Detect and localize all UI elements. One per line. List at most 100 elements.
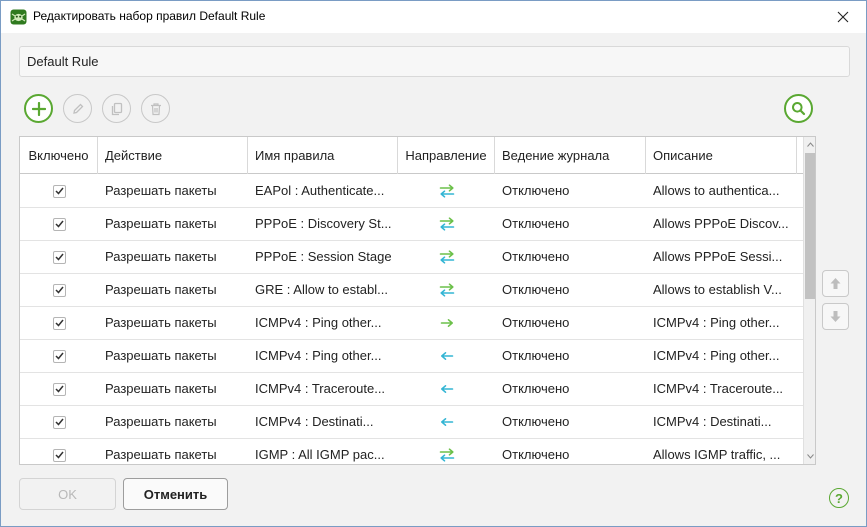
table-row[interactable]: Разрешать пакеты ICMPv4 : Ping other... От…	[20, 340, 804, 373]
cell-action: Разрешать пакеты	[105, 381, 217, 396]
cell-logging: Отключено	[502, 216, 570, 231]
ok-button[interactable]: OK	[19, 478, 116, 510]
cell-action: Разрешать пакеты	[105, 282, 217, 297]
enabled-checkbox[interactable]	[52, 415, 66, 429]
close-icon	[837, 11, 849, 22]
incoming-arrow-icon	[440, 418, 453, 426]
cell-direction	[398, 439, 495, 464]
cell-description: Allows IGMP traffic, ...	[653, 447, 781, 462]
enabled-checkbox[interactable]	[52, 382, 66, 396]
scroll-down-button[interactable]	[804, 449, 815, 464]
checkmark-icon	[54, 418, 64, 426]
table-header: Включено Действие Имя правила Направлени…	[20, 137, 804, 174]
cell-action: Разрешать пакеты	[105, 447, 217, 462]
cell-direction	[398, 175, 495, 207]
cell-description: ICMPv4 : Ping other...	[653, 315, 780, 330]
table-row[interactable]: Разрешать пакеты GRE : Allow to establ...…	[20, 274, 804, 307]
delete-rule-button[interactable]	[141, 94, 170, 123]
move-rule-down-button[interactable]	[822, 303, 849, 330]
help-icon[interactable]: ?	[829, 488, 849, 508]
enabled-checkbox[interactable]	[52, 283, 66, 297]
cell-action: Разрешать пакеты	[105, 183, 217, 198]
cell-description: Allows PPPoE Sessi...	[653, 249, 783, 264]
incoming-arrow-icon	[440, 352, 453, 360]
arrow-up-icon	[830, 278, 841, 289]
cell-rule-name: ICMPv4 : Ping other...	[255, 348, 382, 363]
column-header-name[interactable]: Имя правила	[248, 137, 398, 174]
enabled-checkbox[interactable]	[52, 250, 66, 264]
column-header-logging[interactable]: Ведение журнала	[495, 137, 646, 174]
chevron-down-icon	[807, 454, 814, 459]
column-header-enabled[interactable]: Включено	[20, 137, 98, 174]
column-header-description[interactable]: Описание	[646, 137, 797, 174]
search-icon	[792, 102, 806, 116]
table-row[interactable]: Разрешать пакеты IGMP : All IGMP pac... От…	[20, 439, 804, 464]
table-row[interactable]: Разрешать пакеты ICMPv4 : Destinati... Отк…	[20, 406, 804, 439]
cell-rule-name: GRE : Allow to establ...	[255, 282, 388, 297]
arrow-down-icon	[830, 311, 841, 322]
cell-description: Allows PPPoE Discov...	[653, 216, 789, 231]
cell-rule-name: EAPol : Authenticate...	[255, 183, 385, 198]
cell-enabled	[20, 208, 98, 240]
table-row[interactable]: Разрешать пакеты PPPoE : Discovery St... О…	[20, 208, 804, 241]
title-bar: Редактировать набор правил Default Rule	[1, 1, 866, 33]
add-rule-button[interactable]	[24, 94, 53, 123]
cell-direction	[398, 340, 495, 372]
move-rule-up-button[interactable]	[822, 270, 849, 297]
cell-description: ICMPv4 : Traceroute...	[653, 381, 784, 396]
cell-logging: Отключено	[502, 348, 570, 363]
enabled-checkbox[interactable]	[52, 316, 66, 330]
checkmark-icon	[54, 187, 64, 195]
cell-action: Разрешать пакеты	[105, 348, 217, 363]
enabled-checkbox[interactable]	[52, 448, 66, 462]
column-header-action[interactable]: Действие	[98, 137, 248, 174]
bidirectional-arrow-icon	[439, 283, 454, 297]
table-row[interactable]: Разрешать пакеты PPPoE : Session Stage Отк…	[20, 241, 804, 274]
copy-icon	[111, 102, 122, 115]
cell-logging: Отключено	[502, 447, 570, 462]
cell-enabled	[20, 406, 98, 438]
plus-icon	[31, 101, 46, 116]
cell-action: Разрешать пакеты	[105, 249, 217, 264]
rule-set-name-field[interactable]: Default Rule	[19, 46, 850, 77]
cell-direction	[398, 307, 495, 339]
scroll-thumb[interactable]	[805, 153, 815, 299]
table-row[interactable]: Разрешать пакеты ICMPv4 : Ping other... От…	[20, 307, 804, 340]
checkmark-icon	[54, 286, 64, 294]
incoming-arrow-icon	[440, 385, 453, 393]
table-row[interactable]: Разрешать пакеты ICMPv4 : Traceroute... От…	[20, 373, 804, 406]
window-title: Редактировать набор правил Default Rule	[33, 9, 266, 23]
enabled-checkbox[interactable]	[52, 184, 66, 198]
outgoing-arrow-icon	[440, 319, 453, 327]
checkmark-icon	[54, 220, 64, 228]
scroll-up-button[interactable]	[804, 137, 815, 152]
search-button[interactable]	[784, 94, 813, 123]
checkmark-icon	[54, 385, 64, 393]
enabled-checkbox[interactable]	[52, 217, 66, 231]
cell-direction	[398, 274, 495, 306]
cell-description: ICMPv4 : Ping other...	[653, 348, 780, 363]
cell-rule-name: ICMPv4 : Destinati...	[255, 414, 374, 429]
bidirectional-arrow-icon	[439, 448, 454, 462]
trash-icon	[150, 102, 161, 115]
bidirectional-arrow-icon	[439, 217, 454, 231]
cell-logging: Отключено	[502, 183, 570, 198]
edit-rule-button[interactable]	[63, 94, 92, 123]
table-scrollbar[interactable]	[803, 137, 815, 464]
cell-rule-name: PPPoE : Discovery St...	[255, 216, 392, 231]
bidirectional-arrow-icon	[439, 184, 454, 198]
cancel-button[interactable]: Отменить	[123, 478, 228, 510]
bidirectional-arrow-icon	[439, 250, 454, 264]
cell-action: Разрешать пакеты	[105, 315, 217, 330]
copy-rule-button[interactable]	[102, 94, 131, 123]
cell-logging: Отключено	[502, 282, 570, 297]
column-header-direction[interactable]: Направление	[398, 137, 495, 174]
cell-enabled	[20, 274, 98, 306]
enabled-checkbox[interactable]	[52, 349, 66, 363]
close-button[interactable]	[820, 1, 866, 32]
pencil-icon	[72, 103, 83, 114]
cell-enabled	[20, 175, 98, 207]
checkmark-icon	[54, 451, 64, 459]
table-row[interactable]: Разрешать пакеты EAPol : Authenticate... О…	[20, 175, 804, 208]
cell-logging: Отключено	[502, 414, 570, 429]
